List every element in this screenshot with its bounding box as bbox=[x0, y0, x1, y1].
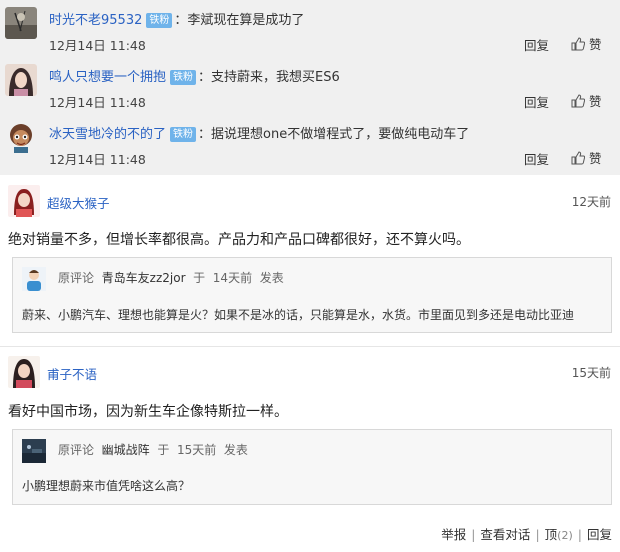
thumbs-up-icon bbox=[571, 36, 585, 50]
comment-time: 15天前 bbox=[571, 366, 611, 380]
reply-button[interactable]: 回复 bbox=[524, 92, 549, 111]
avatar[interactable] bbox=[5, 7, 37, 39]
quote-username[interactable]: 幽城战阵 bbox=[102, 443, 150, 457]
quote-label: 原评论 bbox=[58, 271, 95, 285]
reply-text: 李斌现在算是成功了 bbox=[187, 13, 305, 28]
reply-item: 时光不老95532 铁粉 ：李斌现在算是成功了 12月14日 11:48 回复 赞 bbox=[0, 0, 620, 57]
reply-username[interactable]: 冰天雪地冷的不的了 bbox=[49, 127, 166, 142]
reply-item: 冰天雪地冷的不的了 铁粉 ：据说理想one不做增程式了，要做纯电动车了 12月14日… bbox=[0, 114, 620, 171]
reply-time: 12月14日 11:48 bbox=[49, 38, 146, 53]
like-button[interactable]: 赞 bbox=[571, 91, 602, 110]
quote-posted: 发表 bbox=[259, 271, 284, 285]
reply-button[interactable]: 回复 bbox=[524, 35, 549, 54]
quote-header: 原评论 青岛车友zz2jor 于 14天前 发表 bbox=[58, 269, 284, 286]
colon: ： bbox=[174, 13, 188, 28]
separator: | bbox=[577, 527, 582, 542]
top-label: 顶 bbox=[544, 527, 558, 542]
quote-label: 原评论 bbox=[58, 443, 95, 457]
avatar[interactable] bbox=[22, 439, 46, 463]
quote-text: 小鹏理想蔚来市值凭啥这么高？ bbox=[22, 479, 191, 493]
reply-link[interactable]: 回复 bbox=[587, 527, 612, 542]
colon: ： bbox=[198, 127, 212, 142]
comment-actions: 举报 | 查看对话 | 顶(2) | 回复 bbox=[441, 524, 612, 543]
comment-username[interactable]: 甫子不语 bbox=[47, 364, 97, 383]
quoted-comment: 原评论 幽城战阵 于 15天前 发表 小鹏理想蔚来市值凭啥这么高？ bbox=[12, 429, 612, 505]
like-label: 赞 bbox=[589, 37, 602, 52]
reply-list: 时光不老95532 铁粉 ：李斌现在算是成功了 12月14日 11:48 回复 赞 … bbox=[0, 0, 620, 175]
quote-header: 原评论 幽城战阵 于 15天前 发表 bbox=[58, 441, 248, 458]
quoted-comment: 原评论 青岛车友zz2jor 于 14天前 发表 蔚来、小鹏汽车、理想也能算是火… bbox=[12, 257, 612, 333]
quote-text: 蔚来、小鹏汽车、理想也能算是火？如果不是冰的话，只能算是水，水货。市里面见到多还… bbox=[22, 308, 575, 322]
thumbs-up-icon bbox=[571, 93, 585, 107]
avatar[interactable] bbox=[5, 121, 37, 153]
comment-text: 绝对销量不多，但增长率都很高。产品力和产品口碑都很好，还不算火吗。 bbox=[8, 232, 470, 248]
avatar[interactable] bbox=[22, 267, 46, 291]
like-label: 赞 bbox=[589, 151, 602, 166]
colon: ： bbox=[198, 70, 212, 85]
reply-text: 据说理想one不做增程式了，要做纯电动车了 bbox=[211, 127, 470, 142]
top-link[interactable]: 顶(2) bbox=[545, 527, 573, 542]
divider bbox=[0, 346, 620, 347]
thumbs-up-icon bbox=[571, 150, 585, 164]
like-button[interactable]: 赞 bbox=[571, 34, 602, 53]
reply-item: 鸣人只想要一个拥抱 铁粉 ：支持蔚来，我想买ES6 12月14日 11:48 回复 … bbox=[0, 57, 620, 114]
avatar[interactable] bbox=[5, 64, 37, 96]
comment-text: 看好中国市场，因为新生车企像特斯拉一样。 bbox=[8, 404, 288, 420]
comment-time: 12天前 bbox=[571, 195, 611, 209]
report-link[interactable]: 举报 bbox=[441, 527, 466, 542]
view-dialog-link[interactable]: 查看对话 bbox=[480, 527, 530, 542]
avatar[interactable] bbox=[8, 185, 40, 217]
reply-time: 12月14日 11:48 bbox=[49, 152, 146, 167]
separator: | bbox=[471, 527, 476, 542]
reply-username[interactable]: 鸣人只想要一个拥抱 bbox=[49, 70, 166, 85]
avatar[interactable] bbox=[8, 356, 40, 388]
fan-badge: 铁粉 bbox=[170, 127, 197, 142]
quote-time: 15天前 bbox=[176, 443, 217, 457]
like-button[interactable]: 赞 bbox=[571, 148, 602, 167]
fan-badge: 铁粉 bbox=[170, 70, 197, 85]
reply-time: 12月14日 11:48 bbox=[49, 95, 146, 110]
quote-username[interactable]: 青岛车友zz2jor bbox=[102, 271, 186, 285]
reply-text: 支持蔚来，我想买ES6 bbox=[211, 70, 340, 85]
quote-posted: 发表 bbox=[223, 443, 248, 457]
quote-at: 于 bbox=[157, 443, 170, 457]
fan-badge: 铁粉 bbox=[146, 13, 173, 28]
separator: | bbox=[535, 527, 540, 542]
quote-time: 14天前 bbox=[212, 271, 253, 285]
reply-username[interactable]: 时光不老95532 bbox=[49, 13, 142, 28]
like-label: 赞 bbox=[589, 94, 602, 109]
comment-username[interactable]: 超级大猴子 bbox=[47, 193, 110, 212]
top-count: (2) bbox=[557, 529, 573, 542]
comment-item: 超级大猴子 12天前 绝对销量不多，但增长率都很高。产品力和产品口碑都很好，还不… bbox=[0, 175, 620, 350]
comment-item: 甫子不语 15天前 看好中国市场，因为新生车企像特斯拉一样。 原评论 幽城战阵 … bbox=[0, 348, 620, 552]
reply-button[interactable]: 回复 bbox=[524, 149, 549, 168]
quote-at: 于 bbox=[193, 271, 206, 285]
